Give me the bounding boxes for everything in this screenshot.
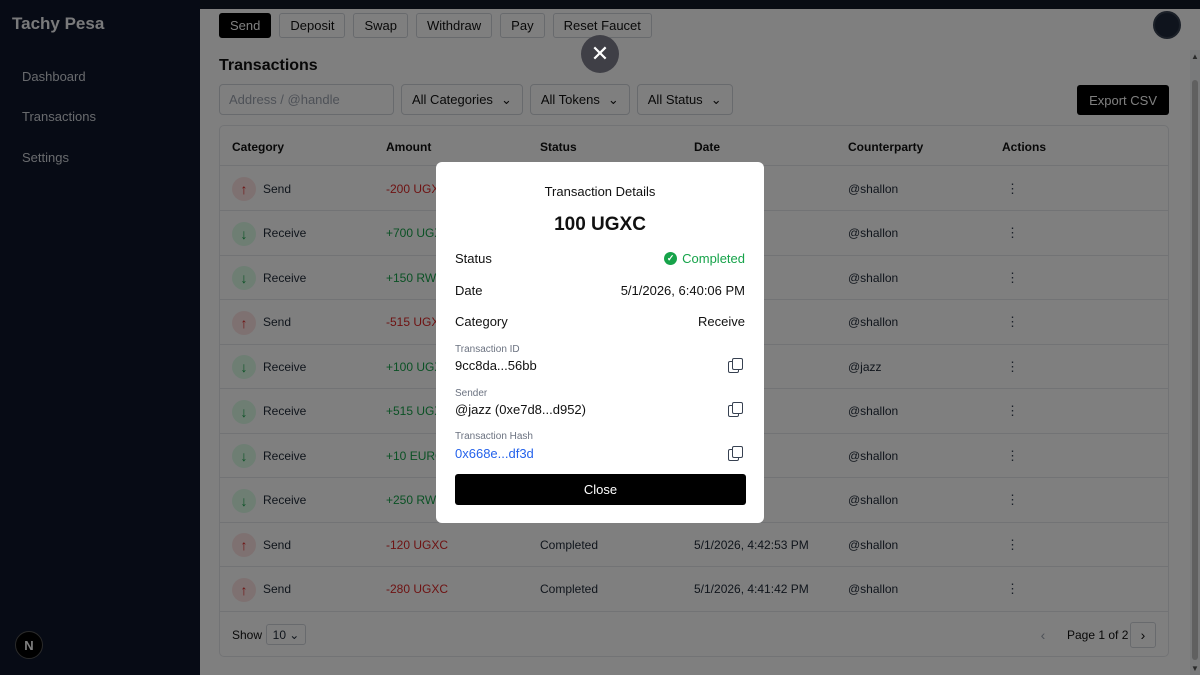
modal-amount: 100 UGXC	[554, 214, 646, 235]
transaction-id-value: 9cc8da...56bb	[455, 358, 537, 373]
transaction-hash-link[interactable]: 0x668e...df3d	[455, 446, 534, 461]
copy-icon[interactable]	[728, 358, 743, 373]
transaction-details-modal: Transaction Details 100 UGXC Status ✓ Co…	[436, 162, 764, 523]
date-value: 5/1/2026, 6:40:06 PM	[620, 283, 745, 298]
category-label: Category	[455, 314, 508, 329]
close-button[interactable]: Close	[455, 474, 746, 505]
close-icon[interactable]: ✕	[581, 35, 619, 73]
copy-icon[interactable]	[728, 446, 743, 461]
transaction-hash-label: Transaction Hash	[455, 431, 533, 442]
sender-label: Sender	[455, 388, 488, 399]
status-value: ✓ Completed	[664, 251, 745, 266]
modal-title: Transaction Details	[544, 184, 656, 199]
sender-value: @jazz (0xe7d8...d952)	[455, 402, 586, 417]
date-label: Date	[455, 283, 483, 298]
status-value-text: Completed	[682, 251, 745, 266]
copy-icon[interactable]	[728, 402, 743, 417]
category-value: Receive	[698, 314, 745, 329]
transaction-id-label: Transaction ID	[455, 344, 520, 355]
status-label: Status	[455, 251, 492, 266]
check-circle-icon: ✓	[664, 252, 678, 265]
